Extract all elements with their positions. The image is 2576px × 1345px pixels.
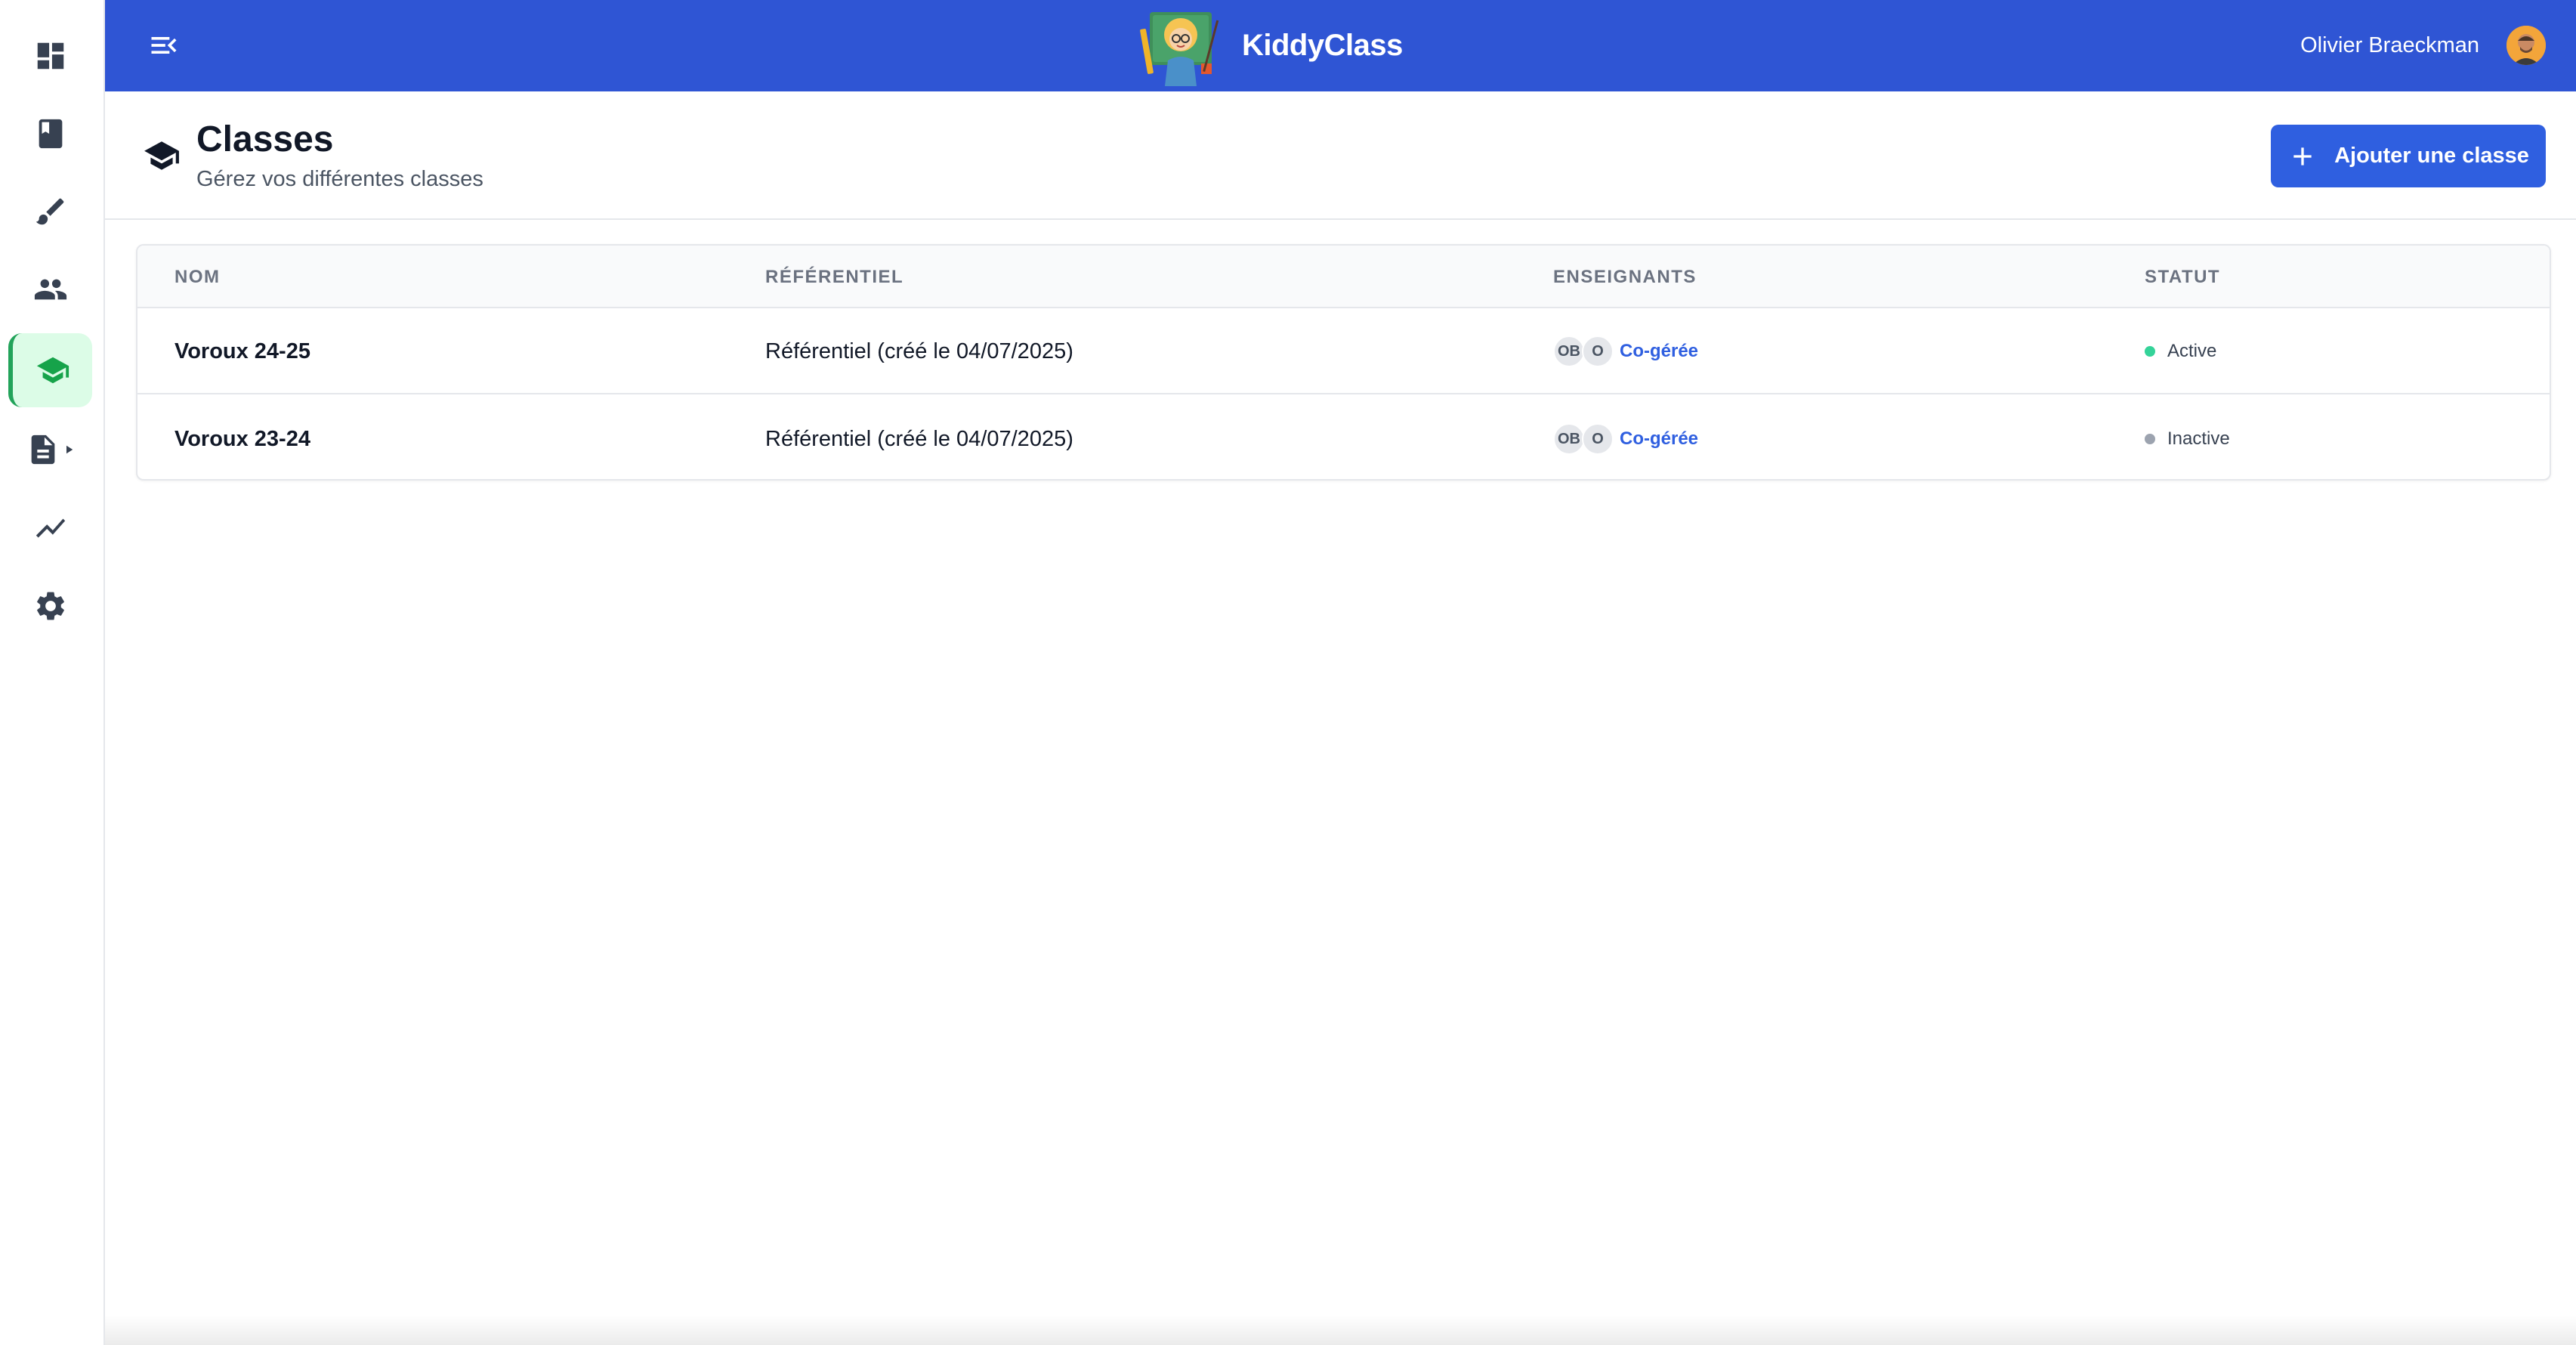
table-row[interactable]: Voroux 24-25 Référentiel (créé le 04/07/… — [137, 308, 2550, 394]
app-name: KiddyClass — [1242, 29, 1403, 62]
book-icon — [39, 119, 62, 149]
teacher-avatar: OB — [1553, 335, 1585, 367]
teacher-avatar: OB — [1553, 423, 1585, 455]
document-icon — [31, 434, 54, 465]
graduation-cap-icon — [143, 137, 181, 175]
top-bar: KiddyClass Olivier Braeckman — [105, 0, 2576, 91]
column-header-nom[interactable]: NOM — [175, 267, 221, 288]
plus-icon — [2293, 147, 2312, 165]
classes-table: NOM RÉFÉRENTIEL ENSEIGNANTS STATUT Vorou… — [136, 244, 2551, 481]
user-menu[interactable]: Olivier Braeckman — [2300, 23, 2546, 68]
class-name: Voroux 23-24 — [175, 426, 310, 451]
sidebar-item-stats[interactable] — [8, 491, 92, 565]
menu-collapse-icon — [151, 37, 177, 54]
sidebar-item-brush[interactable] — [8, 175, 92, 249]
management-badge: Co-gérée — [1620, 341, 1699, 361]
class-referentiel: Référentiel (créé le 04/07/2025) — [765, 339, 1073, 363]
table-header: NOM RÉFÉRENTIEL ENSEIGNANTS STATUT — [137, 246, 2550, 308]
class-teachers: OB O Co-gérée — [1553, 308, 1698, 394]
add-class-button-label: Ajouter une classe — [2334, 144, 2529, 168]
management-badge: Co-gérée — [1620, 428, 1699, 449]
user-avatar-image — [2507, 26, 2546, 65]
status-badge: Inactive — [2145, 396, 2230, 479]
class-referentiel: Référentiel (créé le 04/07/2025) — [765, 426, 1073, 451]
trending-icon — [36, 518, 65, 538]
class-name: Voroux 24-25 — [175, 339, 310, 363]
add-class-button[interactable]: Ajouter une classe — [2271, 125, 2546, 187]
column-header-referentiel[interactable]: RÉFÉRENTIEL — [765, 267, 903, 288]
menu-collapse-button[interactable] — [144, 26, 184, 65]
teacher-avatar: O — [1582, 335, 1614, 367]
page-title: Classes — [196, 119, 334, 159]
avatar[interactable] — [2507, 26, 2546, 65]
column-header-statut[interactable]: STATUT — [2145, 267, 2220, 288]
brand[interactable]: KiddyClass — [1136, 5, 1403, 87]
status-badge: Active — [2145, 308, 2216, 394]
status-dot — [2145, 434, 2155, 444]
sidebar-item-classes[interactable] — [8, 333, 92, 407]
user-name: Olivier Braeckman — [2300, 32, 2479, 57]
gear-icon — [36, 592, 64, 620]
column-header-enseignants[interactable]: ENSEIGNANTS — [1553, 267, 1697, 288]
sidebar-item-book[interactable] — [8, 97, 92, 171]
status-label: Inactive — [2167, 428, 2230, 449]
sidebar-item-settings[interactable] — [8, 569, 92, 643]
page-header: Classes Gérez vos différentes classes Aj… — [105, 91, 2576, 220]
people-icon — [34, 279, 66, 300]
sidebar-item-people[interactable] — [8, 252, 92, 326]
sidebar-item-dashboard[interactable] — [8, 19, 92, 93]
sidebar-item-documents[interactable] — [8, 413, 92, 487]
graduation-cap-icon — [36, 357, 69, 384]
class-teachers: OB O Co-gérée — [1553, 396, 1699, 479]
page-subtitle: Gérez vos différentes classes — [196, 167, 483, 191]
teacher-avatar: O — [1582, 423, 1614, 455]
teacher-mascot-logo — [1140, 11, 1219, 86]
table-row[interactable]: Voroux 23-24 Référentiel (créé le 04/07/… — [137, 396, 2550, 479]
brush-icon — [36, 198, 63, 225]
dashboard-icon — [37, 42, 63, 70]
bottom-shadow — [105, 1315, 2576, 1345]
sidebar — [0, 0, 105, 1345]
caret-right-icon — [66, 445, 73, 454]
status-dot — [2145, 346, 2155, 357]
status-label: Active — [2167, 341, 2217, 361]
